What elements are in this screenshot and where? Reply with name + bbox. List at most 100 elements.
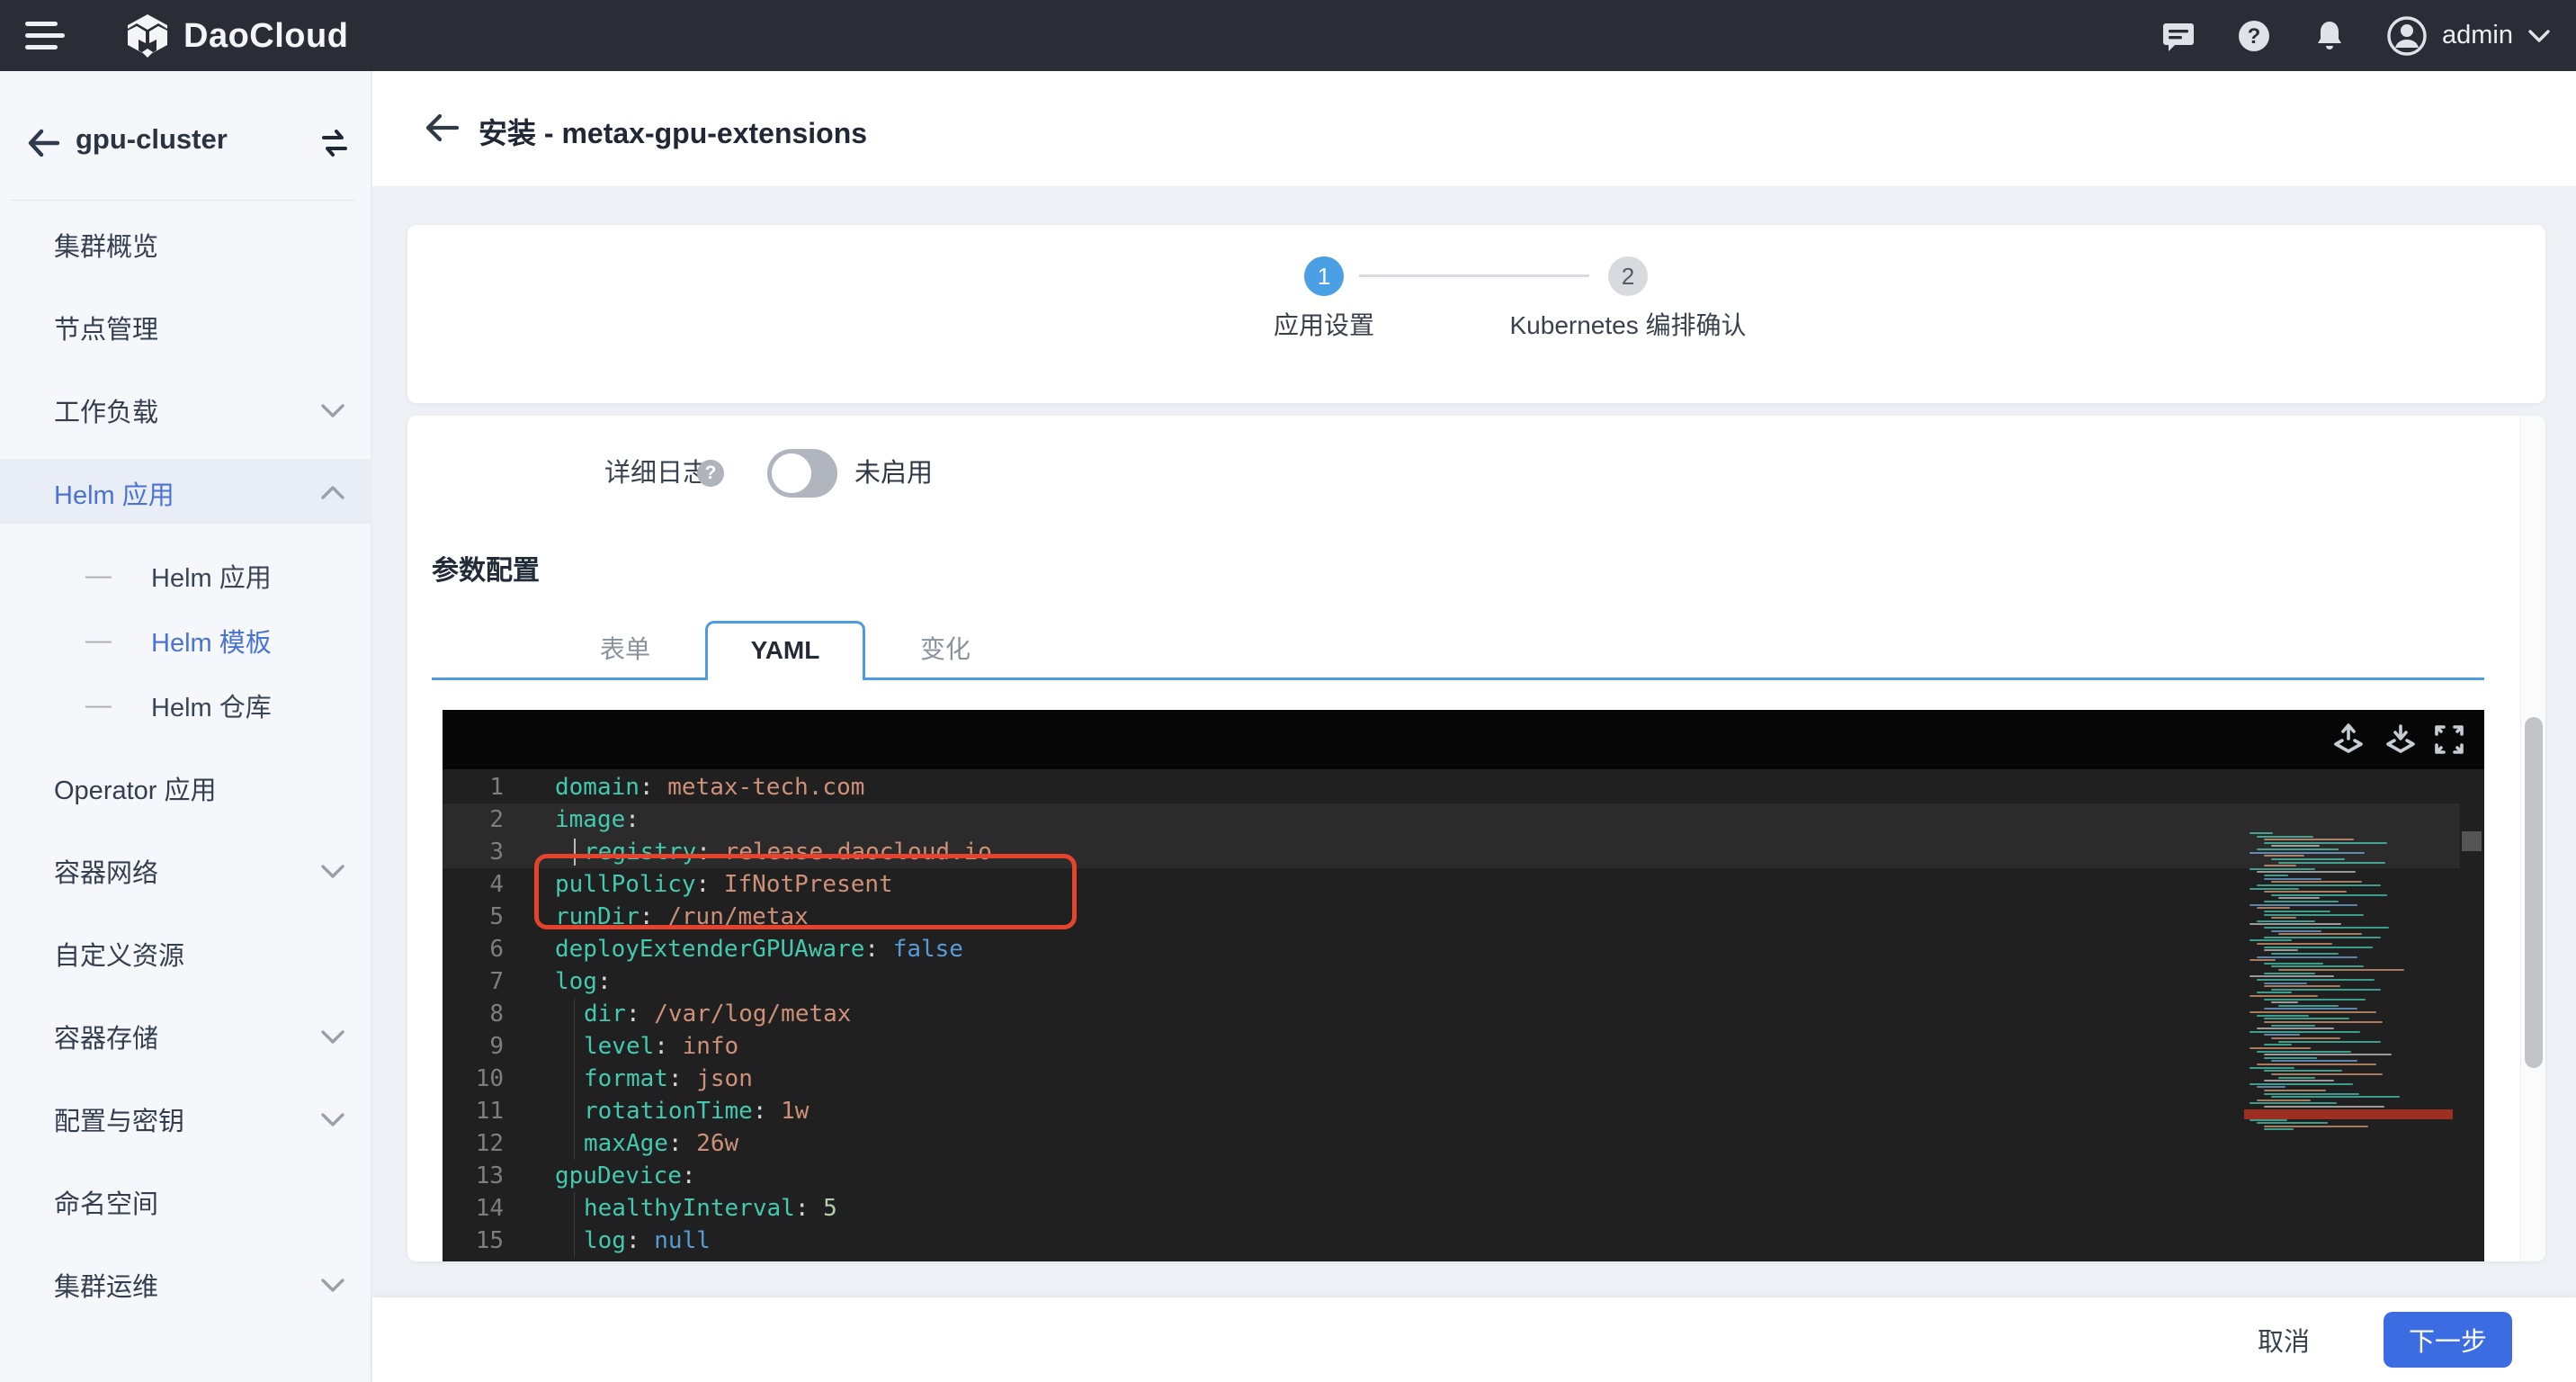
feedback-icon[interactable] (2160, 17, 2197, 55)
sidebar-item-label: Helm 应用 (151, 564, 272, 593)
sidebar-item-label: 命名空间 (54, 1190, 159, 1219)
line-number: 15 (475, 1227, 504, 1254)
brand[interactable]: DaoCloud (124, 13, 348, 59)
code-line-8[interactable]: 8 dir: /var/log/metax (443, 998, 2460, 1030)
line-number: 11 (475, 1098, 504, 1125)
sidebar-item-label: Helm 仓库 (151, 694, 272, 722)
code-line-11[interactable]: 11 rotationTime: 1w (443, 1095, 2460, 1127)
verbose-help-icon[interactable]: ? (697, 460, 724, 487)
indent-guide (574, 998, 575, 1030)
refresh-cluster-icon[interactable] (317, 125, 353, 161)
code-text: format: json (584, 1065, 753, 1092)
params-tabbar: 表单 YAML 变化 (407, 621, 2545, 680)
code-line-9[interactable]: 9 level: info (443, 1030, 2460, 1063)
highlight-annotation-box (534, 854, 1077, 929)
footer-bar: 取消 下一步 (372, 1297, 2576, 1382)
sidebar-item-helm-仓库[interactable]: — Helm 仓库 (0, 673, 371, 738)
page-back-icon[interactable] (423, 109, 461, 147)
code-text: image: (555, 1257, 640, 1261)
sidebar-item-工作负载[interactable]: 工作负载 (0, 369, 371, 452)
code-text: dir: /var/log/metax (584, 1001, 852, 1028)
sidebar-item-配置与密钥[interactable]: 配置与密钥 (0, 1078, 371, 1161)
tab-表单[interactable]: 表单 (545, 621, 705, 678)
sidebar-item-label: Helm 模板 (151, 629, 272, 658)
sidebar-item-label: 容器存储 (54, 1025, 159, 1054)
notifications-bell-icon[interactable] (2311, 17, 2348, 55)
code-line-1[interactable]: 1 domain: metax-tech.com (443, 771, 2460, 803)
line-number: 9 (489, 1033, 504, 1060)
code-line-12[interactable]: 12 maxAge: 26w (443, 1127, 2460, 1160)
card-scrollbar-thumb[interactable] (2525, 717, 2543, 1068)
code-line-2[interactable]: 2 image: (443, 803, 2460, 836)
indent-guide (574, 1192, 575, 1225)
tab-yaml[interactable]: YAML (705, 621, 865, 680)
page-title: 安装 - metax-gpu-extensions (479, 117, 868, 149)
code-line-7[interactable]: 7 log: (443, 965, 2460, 998)
daocloud-logo-icon (124, 13, 171, 59)
line-number: 13 (475, 1162, 504, 1189)
help-icon[interactable]: ? (2235, 17, 2273, 55)
code-line-6[interactable]: 6 deployExtenderGPUAware: false (443, 933, 2460, 965)
editor-body[interactable]: 1 domain: metax-tech.com 2 image: 3 registry:… (443, 769, 2484, 1261)
line-number: 16 (443, 1257, 504, 1261)
params-section-title: 参数配置 (432, 556, 540, 586)
sidebar-item-命名空间[interactable]: 命名空间 (0, 1161, 371, 1243)
code-line-16[interactable]: 16 image: (443, 1257, 2460, 1261)
sidebar-item-label: 集群运维 (54, 1273, 159, 1302)
cluster-name: gpu-cluster (76, 123, 228, 155)
step-2-badge: 2 (1608, 256, 1648, 296)
code-line-15[interactable]: 15 log: null (443, 1225, 2460, 1257)
sidebar-item-容器存储[interactable]: 容器存储 (0, 995, 371, 1078)
svg-text:?: ? (2248, 24, 2261, 49)
indent-guide (574, 1095, 575, 1127)
indent-guide (574, 1030, 575, 1063)
code-line-14[interactable]: 14 healthyInterval: 5 (443, 1192, 2460, 1225)
download-icon[interactable] (2384, 722, 2418, 757)
line-number: 5 (489, 903, 504, 930)
sidebar-item-operator-应用[interactable]: Operator 应用 (0, 747, 371, 830)
fullscreen-icon[interactable] (2432, 722, 2466, 757)
sidebar-item-helm-应用[interactable]: — Helm 应用 (0, 543, 371, 608)
code-line-10[interactable]: 10 format: json (443, 1063, 2460, 1095)
line-number: 1 (489, 774, 504, 801)
next-step-button[interactable]: 下一步 (2384, 1312, 2512, 1368)
code-text: deployExtenderGPUAware: false (555, 936, 963, 963)
sidebar-item-集群运维[interactable]: 集群运维 (0, 1243, 371, 1326)
sidebar-item-helm-模板[interactable]: — Helm 模板 (0, 608, 371, 673)
sidebar-item-集群概览[interactable]: 集群概览 (0, 203, 371, 286)
verbose-toggle[interactable] (767, 449, 837, 498)
code-text: log: null (584, 1227, 711, 1254)
tab-变化[interactable]: 变化 (865, 621, 1025, 678)
toggle-knob (772, 453, 811, 493)
verbose-state-label: 未启用 (854, 459, 934, 488)
sidebar-item-节点管理[interactable]: 节点管理 (0, 286, 371, 369)
sidebar-item-label: 配置与密钥 (54, 1108, 185, 1136)
yaml-editor[interactable]: 1 domain: metax-tech.com 2 image: 3 registry:… (443, 710, 2484, 1261)
sidebar-item-容器网络[interactable]: 容器网络 (0, 830, 371, 912)
upload-icon[interactable] (2331, 722, 2366, 757)
sidebar-item-label: 节点管理 (54, 316, 159, 345)
line-number: 2 (489, 806, 504, 833)
line-number: 14 (475, 1195, 504, 1222)
cluster-back-icon[interactable] (25, 125, 61, 161)
line-number: 12 (475, 1130, 504, 1157)
cancel-button[interactable]: 取消 (2258, 1321, 2310, 1359)
line-number: 7 (489, 968, 504, 995)
top-bar: DaoCloud ? admin (0, 0, 2576, 71)
sidebar-item-自定义资源[interactable]: 自定义资源 (0, 912, 371, 995)
sub-item-dash: — (85, 690, 112, 720)
card-scrollbar-track[interactable] (2520, 416, 2545, 1261)
step-1-badge: 1 (1304, 256, 1344, 296)
code-text: image: (555, 806, 640, 833)
editor-toolbar (443, 710, 2484, 769)
username: admin (2442, 21, 2513, 49)
indent-guide (574, 1127, 575, 1160)
step-2-label: Kubernetes 编排确认 (1509, 311, 1747, 339)
sidebar-item-helm-应用[interactable]: Helm 应用 (0, 452, 371, 534)
editor-scrollbar-thumb[interactable] (2462, 831, 2482, 851)
sidebar-menu: 集群概览 节点管理 工作负载 Helm 应用 — Helm 应用 — Helm 模板 — Helm… (0, 203, 371, 1326)
user-menu[interactable]: admin (2386, 15, 2551, 57)
chevron-down-icon (2528, 29, 2550, 42)
menu-hamburger-icon[interactable] (25, 20, 67, 52)
code-line-13[interactable]: 13 gpuDevice: (443, 1160, 2460, 1192)
